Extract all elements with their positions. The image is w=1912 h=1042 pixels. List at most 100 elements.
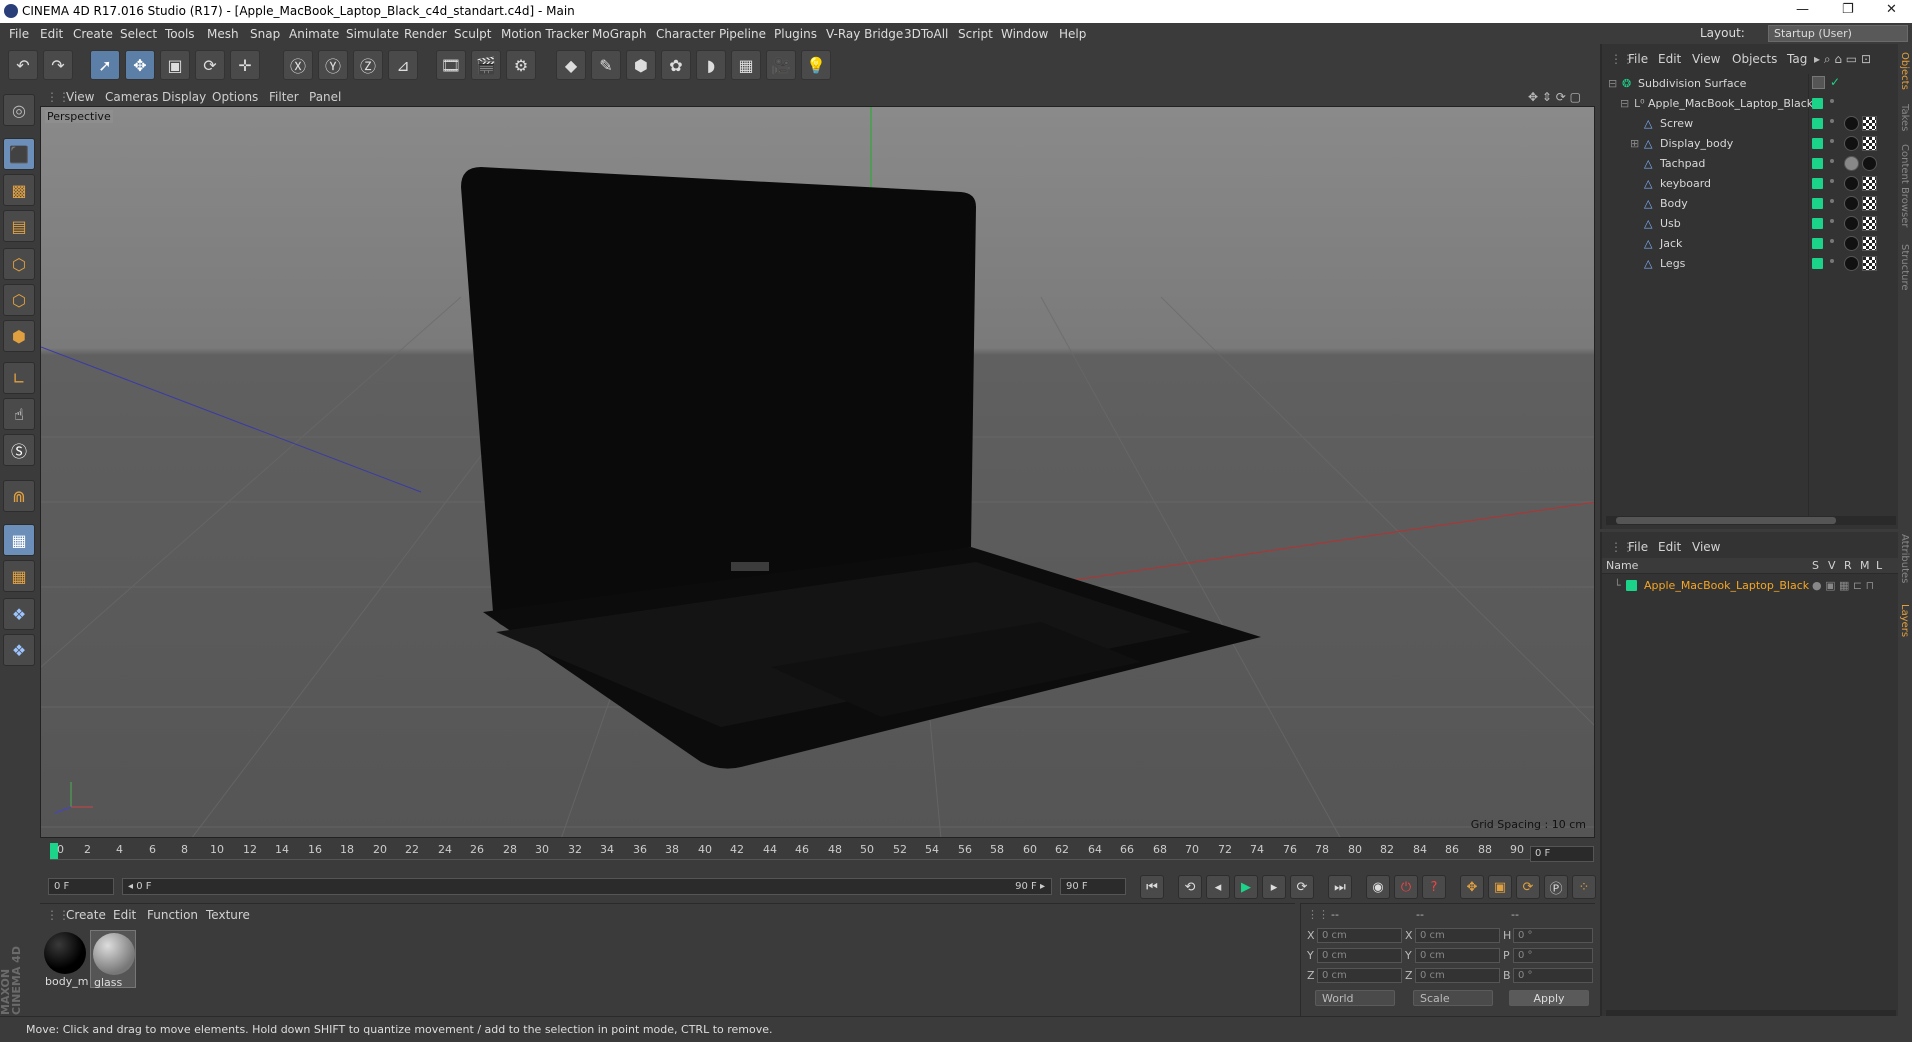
menu-file[interactable]: File	[9, 27, 29, 41]
object-menu-objects[interactable]: Objects	[1732, 52, 1777, 66]
menu-character[interactable]: Character	[656, 27, 715, 41]
make-editable-icon[interactable]: ◎	[3, 94, 35, 126]
object-row[interactable]: △ keyboard	[1602, 174, 1808, 194]
coordinate-system-icon[interactable]: ⊿	[388, 50, 418, 80]
layer-manager-hscrollbar[interactable]	[1606, 1010, 1896, 1016]
texture-tag-icon[interactable]	[1862, 216, 1877, 231]
visibility-toggle-icon[interactable]	[1812, 76, 1825, 89]
object-menu-view[interactable]: View	[1692, 52, 1720, 66]
material-tag-icon[interactable]	[1862, 156, 1877, 171]
apply-button[interactable]: Apply	[1509, 990, 1589, 1006]
grid-snap-icon[interactable]: ▦	[3, 560, 35, 592]
object-row[interactable]: ⊟ ❂ Subdivision Surface	[1602, 74, 1808, 94]
menu-vray-bridge[interactable]: V-Ray Bridge	[826, 27, 903, 41]
object-row[interactable]: △ Screw	[1602, 114, 1808, 134]
layer-menu-edit[interactable]: Edit	[1658, 540, 1681, 554]
menu-snap[interactable]: Snap	[250, 27, 280, 41]
tree-expander-icon[interactable]: ⊞	[1630, 137, 1642, 150]
position-y-field[interactable]: 0 cm	[1317, 948, 1402, 963]
menu-animate[interactable]: Animate	[289, 27, 339, 41]
viewport-menu-panel[interactable]: Panel	[309, 90, 341, 104]
play-icon[interactable]: ▶	[1234, 875, 1258, 899]
object-row[interactable]: △ Jack	[1602, 234, 1808, 254]
material-menu-function[interactable]: Function	[147, 908, 198, 922]
next-key-icon[interactable]: ⟳	[1290, 875, 1314, 899]
rotation-b-field[interactable]: 0 °	[1513, 968, 1593, 983]
menu-create[interactable]: Create	[73, 27, 113, 41]
rotation-p-field[interactable]: 0 °	[1513, 948, 1593, 963]
texture-tag-icon[interactable]	[1862, 196, 1877, 211]
size-z-field[interactable]: 0 cm	[1415, 968, 1500, 983]
viewport-menu-view[interactable]: View	[66, 90, 94, 104]
object-menu-file[interactable]: File	[1628, 52, 1648, 66]
render-picture-viewer-icon[interactable]: 🎬	[471, 50, 501, 80]
editor-visibility-dot[interactable]	[1830, 239, 1834, 243]
material-menu-texture[interactable]: Texture	[206, 908, 250, 922]
menu-select[interactable]: Select	[120, 27, 157, 41]
object-row[interactable]: ⊞ △ Display_body	[1602, 134, 1808, 154]
side-tab-layers[interactable]: Layers	[1899, 604, 1910, 637]
z-axis-icon[interactable]: Ⓩ	[353, 50, 383, 80]
side-tab-objects[interactable]: Objects	[1899, 52, 1910, 90]
object-manager-hscrollbar[interactable]	[1606, 516, 1896, 525]
rotation-h-field[interactable]: 0 °	[1513, 928, 1593, 943]
points-mode-icon[interactable]: ⬡	[3, 248, 35, 280]
menu-edit[interactable]: Edit	[40, 27, 63, 41]
position-z-field[interactable]: 0 cm	[1317, 968, 1402, 983]
object-menu-tag[interactable]: Tag	[1787, 52, 1807, 66]
workplane-icon[interactable]: ▤	[3, 210, 35, 242]
render-settings-icon[interactable]: ⚙	[506, 50, 536, 80]
coordinate-space-dropdown[interactable]: World	[1315, 990, 1395, 1006]
tree-expander-icon[interactable]: ⊟	[1608, 77, 1620, 90]
record-keys-icon[interactable]: ◉	[1366, 875, 1390, 899]
object-row[interactable]: △ Legs	[1602, 254, 1808, 274]
editor-visibility-dot[interactable]	[1830, 259, 1834, 263]
keyframe-selection-icon[interactable]: ?	[1422, 875, 1446, 899]
texture-tag-icon[interactable]	[1862, 256, 1877, 271]
material-tag-icon[interactable]	[1844, 176, 1859, 191]
minimize-button[interactable]: —	[1796, 2, 1809, 17]
solo-icon[interactable]: Ⓢ	[3, 434, 35, 466]
texture-tag-icon[interactable]	[1862, 136, 1877, 151]
material-menu-edit[interactable]: Edit	[113, 908, 136, 922]
key-rotation-icon[interactable]: ⟳	[1516, 875, 1540, 899]
menu-mograph[interactable]: MoGraph	[592, 27, 647, 41]
coordinate-mode-dropdown[interactable]: Scale	[1413, 990, 1493, 1006]
polygons-mode-icon[interactable]: ⬢	[3, 320, 35, 352]
viewport-navigation-icons[interactable]: ✥ ⇕ ⟳ ▢	[1528, 90, 1581, 104]
material-tag-icon[interactable]	[1844, 256, 1859, 271]
preview-range-slider[interactable]: ◂ 0 F 90 F ▸	[122, 878, 1052, 895]
viewport-menu-display[interactable]: Display	[162, 90, 206, 104]
material-swatch-glass[interactable]: glass	[90, 930, 136, 989]
close-button[interactable]: ✕	[1886, 2, 1897, 17]
render-view-icon[interactable]: 🎞	[436, 50, 466, 80]
editor-visibility-dot[interactable]	[1830, 199, 1834, 203]
layer-menu-file[interactable]: File	[1628, 540, 1648, 554]
material-menu-create[interactable]: Create	[66, 908, 106, 922]
side-tab-attributes[interactable]: Attributes	[1899, 534, 1910, 583]
key-scale-icon[interactable]: ▣	[1488, 875, 1512, 899]
menu-window[interactable]: Window	[1001, 27, 1048, 41]
tweak-mode-icon[interactable]: ☝	[3, 398, 35, 430]
tree-expander-icon[interactable]: ⊟	[1620, 97, 1632, 110]
python-script-icon[interactable]: ❖	[3, 598, 35, 630]
key-pla-icon[interactable]: ⁘	[1572, 875, 1596, 899]
material-tag-icon[interactable]	[1844, 196, 1859, 211]
size-y-field[interactable]: 0 cm	[1415, 948, 1500, 963]
viewport-menu-cameras[interactable]: Cameras	[105, 90, 158, 104]
autokey-icon[interactable]: ⏻	[1394, 875, 1418, 899]
layer-row[interactable]: └ Apple_MacBook_Laptop_Black ● ▣ ▦ ⊏ ⊓	[1602, 576, 1900, 594]
viewport-menu-options[interactable]: Options	[212, 90, 258, 104]
object-row[interactable]: ⊟ L⁰ Apple_MacBook_Laptop_Black	[1602, 94, 1813, 114]
menu-3dtoall[interactable]: 3DToAll	[904, 27, 948, 41]
camera-icon[interactable]: 🎥	[766, 50, 796, 80]
menu-mesh[interactable]: Mesh	[207, 27, 239, 41]
edges-mode-icon[interactable]: ⬡	[3, 284, 35, 316]
floor-icon[interactable]: ▦	[731, 50, 761, 80]
next-frame-icon[interactable]: ▸	[1262, 875, 1286, 899]
previous-frame-icon[interactable]: ◂	[1206, 875, 1230, 899]
editor-visibility-dot[interactable]	[1830, 119, 1834, 123]
menu-sculpt[interactable]: Sculpt	[454, 27, 491, 41]
editor-visibility-dot[interactable]	[1830, 179, 1834, 183]
spline-pen-icon[interactable]: ✎	[591, 50, 621, 80]
